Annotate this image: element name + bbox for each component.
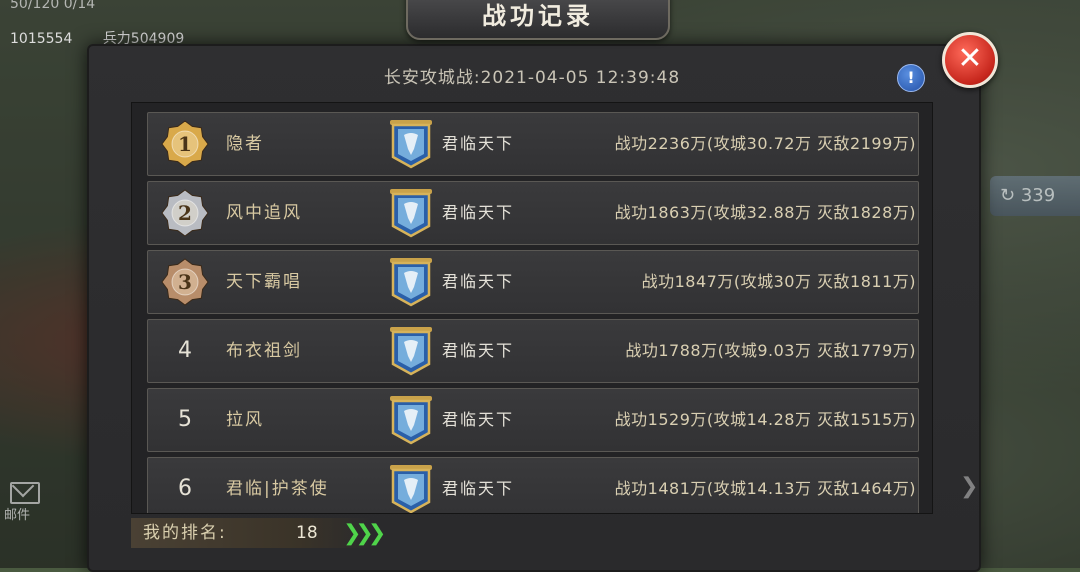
- info-button[interactable]: !: [897, 64, 925, 92]
- panel-title: 战功记录: [406, 0, 670, 40]
- rank-number: 5: [178, 407, 192, 432]
- guild-banner-icon: [390, 189, 432, 238]
- ranking-row[interactable]: 1 隐者 君临天下 战功2236万(攻城30.72万 灭敌2199万): [147, 112, 919, 176]
- ranking-row[interactable]: 4 布衣祖剑 君临天下 战功1788万(攻城9.03万 灭敌1779万): [147, 319, 919, 383]
- merit-stats: 战功1481万(攻城14.13万 灭敌1464万): [614, 479, 916, 498]
- mail-label: 邮件: [4, 508, 31, 523]
- my-rank-bar: 我的排名: 18: [131, 518, 371, 548]
- close-button[interactable]: ✕: [942, 32, 998, 88]
- guild-banner-icon: [390, 327, 432, 376]
- guild-name: 君临天下: [442, 203, 515, 222]
- merit-stats: 战功1847万(攻城30万 灭敌1811万): [641, 272, 916, 291]
- mail-icon: [10, 482, 40, 504]
- battle-subtitle: 长安攻城战:2021-04-05 12:39:48: [383, 68, 681, 88]
- ranking-row[interactable]: 2 风中追风 君临天下 战功1863万(攻城32.88万 灭敌1828万): [147, 181, 919, 245]
- merit-stats: 战功1529万(攻城14.28万 灭敌1515万): [614, 410, 916, 429]
- side-badge[interactable]: ↻ 339: [990, 176, 1080, 216]
- guild-banner-icon: [390, 465, 432, 513]
- bronze-medal-icon: 3: [161, 258, 209, 306]
- player-name[interactable]: 风中追风: [226, 182, 302, 244]
- ranking-row[interactable]: 3 天下霸唱 君临天下 战功1847万(攻城30万 灭敌1811万): [147, 250, 919, 314]
- ranking-list[interactable]: 1 隐者 君临天下 战功2236万(攻城30.72万 灭敌2199万) 2 风中追风 君临天…: [131, 102, 933, 514]
- merit-stats: 战功1788万(攻城9.03万 灭敌1779万): [625, 341, 916, 360]
- player-name[interactable]: 拉风: [226, 389, 264, 451]
- guild-banner-icon: [390, 120, 432, 169]
- refresh-icon: ↻: [1000, 185, 1016, 206]
- silver-medal-icon: 2: [161, 189, 209, 237]
- guild-banner-icon: [390, 396, 432, 445]
- hud-top-partial: 50/120 0/14: [10, 0, 96, 12]
- resource-value: 1015554: [10, 31, 73, 47]
- rank-number: 4: [178, 338, 192, 363]
- guild-name: 君临天下: [442, 341, 515, 360]
- guild-banner-icon: [390, 258, 432, 307]
- player-name[interactable]: 布衣祖剑: [226, 320, 302, 382]
- goto-my-rank-icon[interactable]: ❯❯❯: [343, 521, 386, 546]
- medal-rank-number: 2: [178, 201, 192, 225]
- guild-name: 君临天下: [442, 134, 515, 153]
- player-name[interactable]: 天下霸唱: [226, 251, 302, 313]
- resource-hud: 50/120 0/14 1015554 兵力504909: [0, 0, 300, 47]
- medal-rank-number: 3: [178, 270, 192, 294]
- guild-name: 君临天下: [442, 479, 515, 498]
- my-rank-value: 18: [296, 523, 318, 543]
- guild-name: 君临天下: [442, 410, 515, 429]
- mail-button[interactable]: 邮件: [0, 478, 58, 523]
- merit-stats: 战功2236万(攻城30.72万 灭敌2199万): [614, 134, 916, 153]
- gold-medal-icon: 1: [161, 120, 209, 168]
- ranking-row[interactable]: 5 拉风 君临天下 战功1529万(攻城14.28万 灭敌1515万): [147, 388, 919, 452]
- merit-stats: 战功1863万(攻城32.88万 灭敌1828万): [614, 203, 916, 222]
- chevron-right-icon: ❯: [960, 474, 979, 499]
- side-badge-value: 339: [1020, 185, 1056, 206]
- player-name[interactable]: 隐者: [226, 113, 264, 175]
- player-name[interactable]: 君临|护茶使: [226, 458, 329, 513]
- my-rank-label: 我的排名:: [143, 523, 227, 543]
- guild-name: 君临天下: [442, 272, 515, 291]
- rank-number: 6: [178, 476, 192, 501]
- medal-rank-number: 1: [178, 132, 192, 156]
- ranking-row[interactable]: 6 君临|护茶使 君临天下 战功1481万(攻城14.13万 灭敌1464万): [147, 457, 919, 513]
